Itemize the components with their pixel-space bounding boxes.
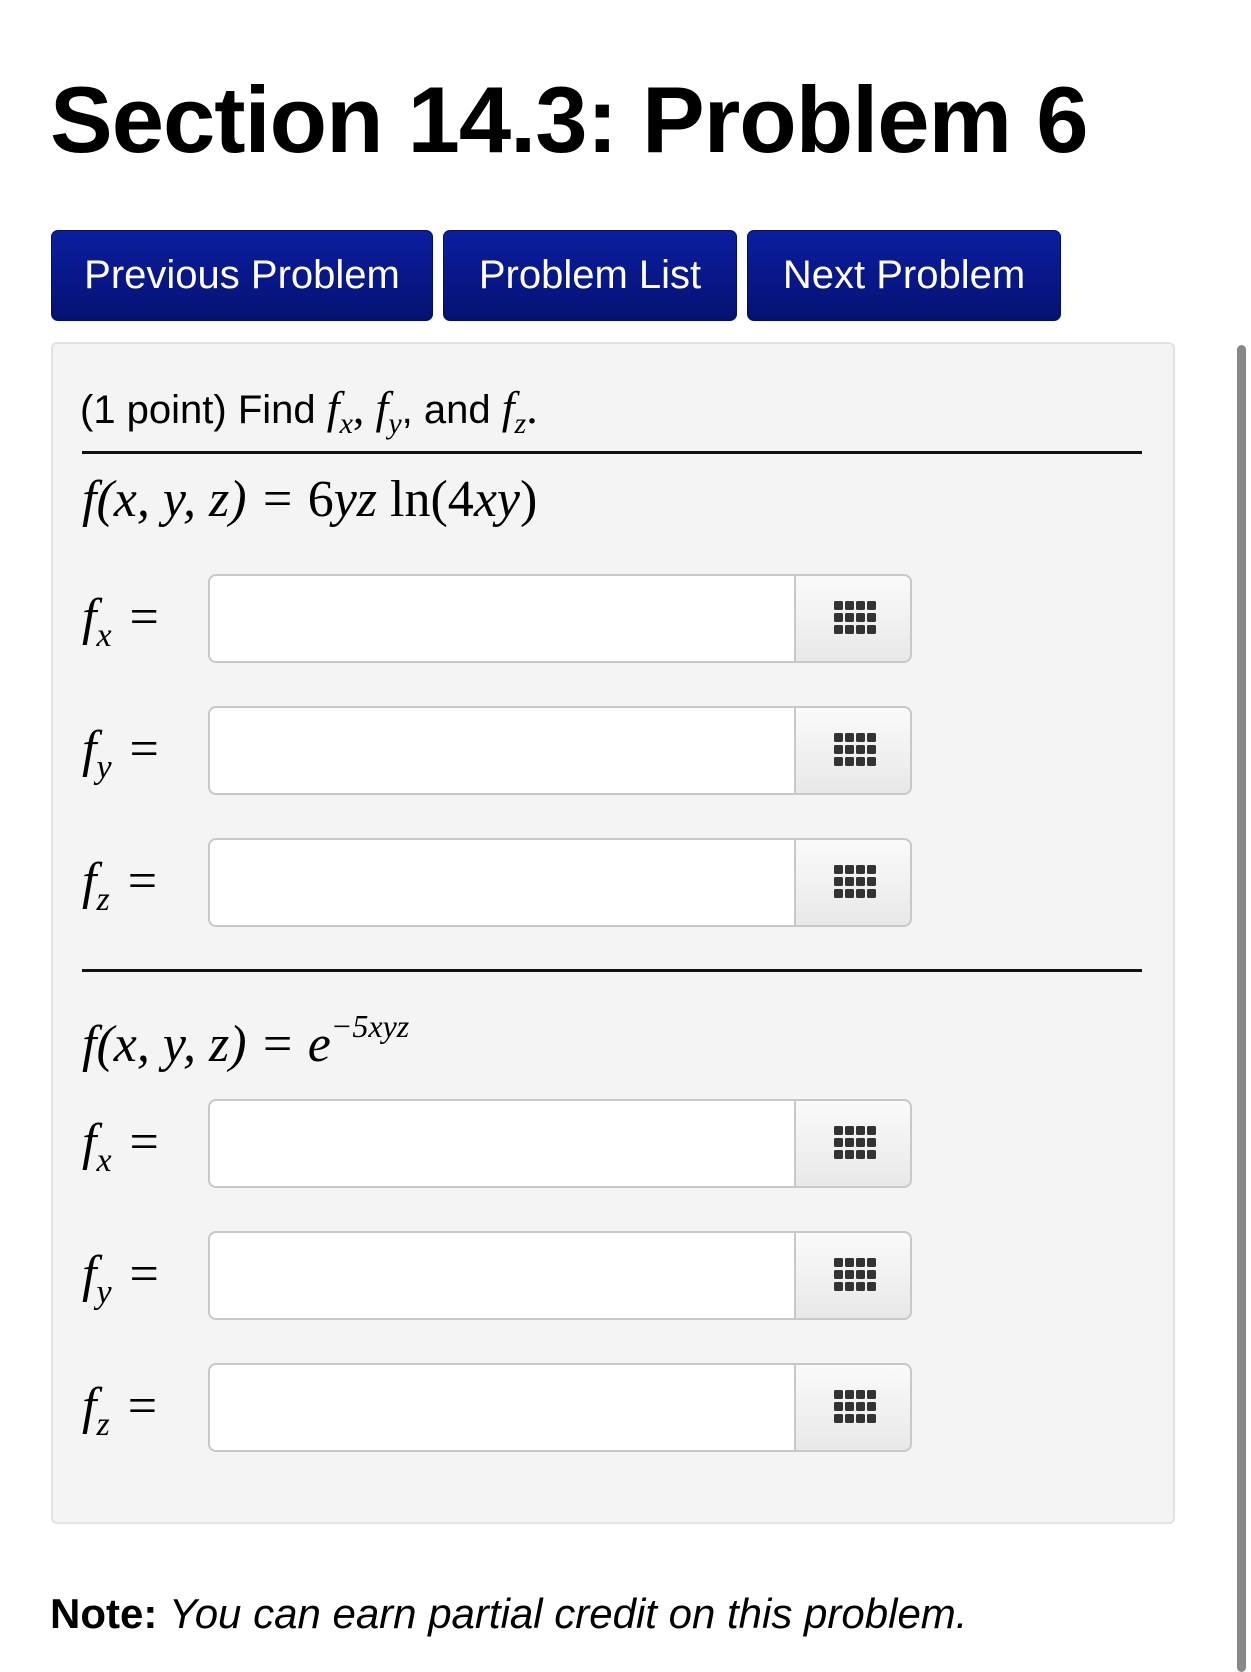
grid-icon — [834, 1126, 876, 1159]
answer-label: fz = — [82, 853, 158, 918]
equation-editor-button[interactable] — [794, 1363, 912, 1452]
answer-label: fy = — [82, 721, 159, 786]
divider — [82, 969, 1142, 972]
fx-symbol: fx — [326, 382, 353, 440]
problem-list-button[interactable]: Problem List — [443, 230, 737, 321]
grid-icon — [834, 601, 876, 634]
equation-editor-button[interactable] — [794, 706, 912, 795]
answer-label: fx = — [82, 589, 159, 654]
fy-symbol: fy — [375, 382, 402, 440]
note-text: You can earn partial credit on this prob… — [169, 1590, 968, 1637]
function-2-equation: f(x, y, z) = e−5xyz — [82, 1008, 410, 1073]
answer-row: fy = — [82, 1231, 912, 1321]
next-problem-button[interactable]: Next Problem — [747, 230, 1061, 321]
answer-input[interactable] — [208, 838, 794, 927]
answer-row: fx = — [82, 574, 912, 664]
equation-editor-button[interactable] — [794, 1231, 912, 1320]
note-label: Note: — [50, 1590, 158, 1637]
previous-problem-button[interactable]: Previous Problem — [51, 230, 433, 321]
partial-credit-note: Note: You can earn partial credit on thi… — [50, 1590, 967, 1638]
page-scrollbar[interactable] — [1237, 345, 1246, 1672]
answer-label: fx = — [82, 1114, 159, 1179]
answer-input[interactable] — [208, 1099, 794, 1188]
grid-icon — [834, 1390, 876, 1423]
grid-icon — [834, 733, 876, 766]
equation-editor-button[interactable] — [794, 1099, 912, 1188]
point-value-text: (1 point) Find — [80, 388, 316, 432]
answer-row: fz = — [82, 1363, 912, 1453]
answer-row: fz = — [82, 838, 912, 928]
fz-symbol: fz — [501, 382, 527, 440]
function-1-equation: f(x, y, z) = 6yz ln(4xy) — [82, 471, 538, 528]
grid-icon — [834, 1258, 876, 1291]
answer-input[interactable] — [208, 574, 794, 663]
grid-icon — [834, 865, 876, 898]
divider — [82, 451, 1142, 454]
answer-label: fz = — [82, 1378, 158, 1443]
answer-row: fx = — [82, 1099, 912, 1189]
equation-editor-button[interactable] — [794, 574, 912, 663]
equation-editor-button[interactable] — [794, 838, 912, 927]
answer-label: fy = — [82, 1246, 159, 1311]
answer-input[interactable] — [208, 1231, 794, 1320]
answer-row: fy = — [82, 706, 912, 796]
page-title: Section 14.3: Problem 6 — [50, 67, 1088, 172]
answer-input[interactable] — [208, 706, 794, 795]
problem-statement: (1 point) Find fx, fy, and fz. — [80, 382, 538, 440]
page: Section 14.3: Problem 6 Previous Problem… — [0, 0, 1251, 1672]
answer-input[interactable] — [208, 1363, 794, 1452]
